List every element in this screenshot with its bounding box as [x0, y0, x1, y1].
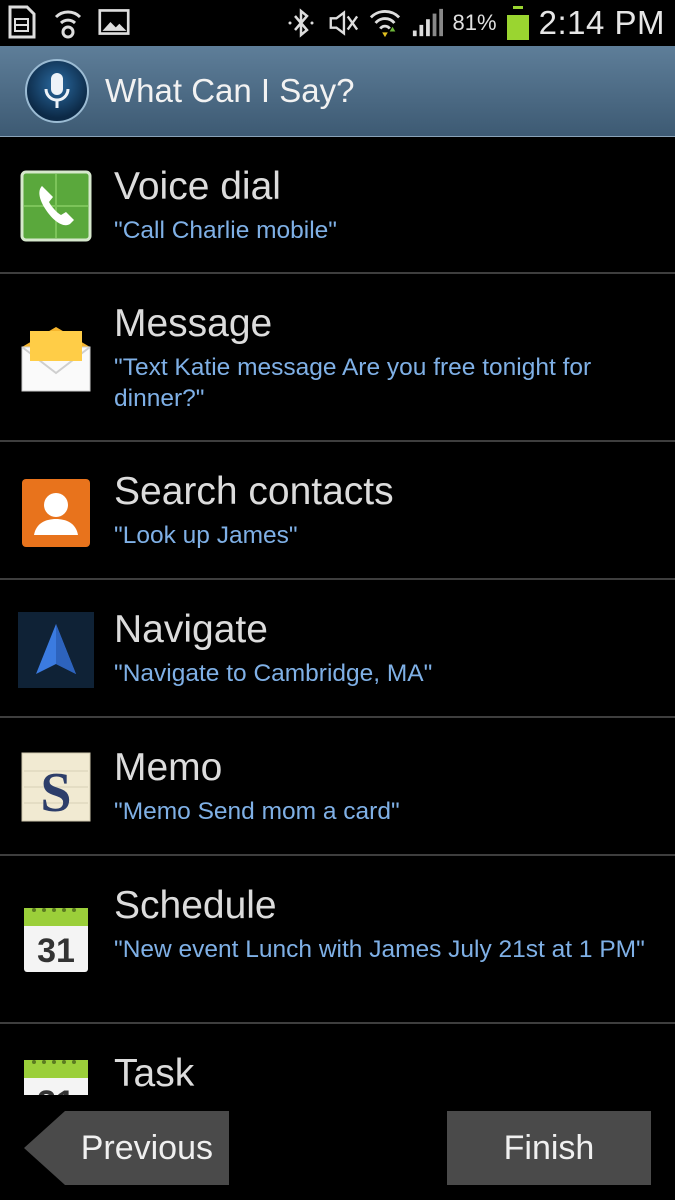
- bluetooth-icon: [285, 6, 317, 40]
- calendar-day: 31: [37, 932, 75, 970]
- battery-percentage: 81%: [452, 10, 497, 35]
- memo-letter: S: [40, 762, 71, 823]
- calendar-icon: 31: [20, 904, 92, 976]
- item-example: "Text Katie message Are you free tonight…: [114, 354, 592, 412]
- page-header: What Can I Say?: [0, 46, 675, 137]
- wifi-icon: [369, 6, 401, 40]
- item-title: Task: [114, 1052, 195, 1095]
- finish-button[interactable]: Finish: [447, 1111, 651, 1185]
- envelope-icon: [20, 321, 92, 393]
- battery-icon: [506, 6, 529, 40]
- item-example: "New event Lunch with James July 21st at…: [114, 936, 645, 963]
- contact-icon: [20, 477, 92, 549]
- item-title: Voice dial: [114, 165, 281, 208]
- item-title: Navigate: [114, 608, 268, 651]
- image-icon: [98, 5, 130, 39]
- item-example: "Look up James": [114, 522, 298, 549]
- command-list[interactable]: Voice dial "Call Charlie mobile" Message…: [0, 137, 675, 1095]
- item-title: Message: [114, 302, 273, 345]
- list-item-voice-dial[interactable]: Voice dial "Call Charlie mobile": [0, 137, 675, 274]
- calendar-icon: 31: [20, 1056, 92, 1095]
- memo-icon: S: [20, 751, 92, 824]
- item-title: Search contacts: [114, 470, 394, 513]
- wifi-notification-icon: [52, 5, 84, 39]
- list-item-schedule[interactable]: 31 Schedule "New event Lunch with James …: [0, 856, 675, 1024]
- microphone-icon: [25, 59, 89, 123]
- item-title: Memo: [114, 746, 223, 789]
- list-item-navigate[interactable]: Navigate "Navigate to Cambridge, MA": [0, 580, 675, 718]
- mute-icon: [327, 6, 359, 40]
- status-bar: 81% 2:14 PM: [0, 0, 675, 46]
- item-example: "Navigate to Cambridge, MA": [114, 660, 433, 687]
- navigation-arrow-icon: [18, 612, 94, 688]
- previous-button[interactable]: Previous: [24, 1111, 229, 1185]
- item-title: Schedule: [114, 884, 277, 927]
- sim-card-icon: [6, 5, 38, 39]
- phone-icon: [20, 170, 92, 242]
- list-item-message[interactable]: Message "Text Katie message Are you free…: [0, 274, 675, 442]
- list-item-search-contacts[interactable]: Search contacts "Look up James": [0, 442, 675, 580]
- clock: 2:14 PM: [538, 4, 665, 41]
- page-title: What Can I Say?: [105, 72, 355, 109]
- calendar-day: 31: [37, 1084, 75, 1095]
- signal-icon: [411, 6, 443, 40]
- list-item-task[interactable]: 31 Task: [0, 1024, 675, 1095]
- item-example: "Call Charlie mobile": [114, 217, 338, 244]
- item-example: "Memo Send mom a card": [114, 798, 400, 825]
- list-item-memo[interactable]: S Memo "Memo Send mom a card": [0, 718, 675, 856]
- bottom-bar: Previous Finish: [0, 1095, 675, 1200]
